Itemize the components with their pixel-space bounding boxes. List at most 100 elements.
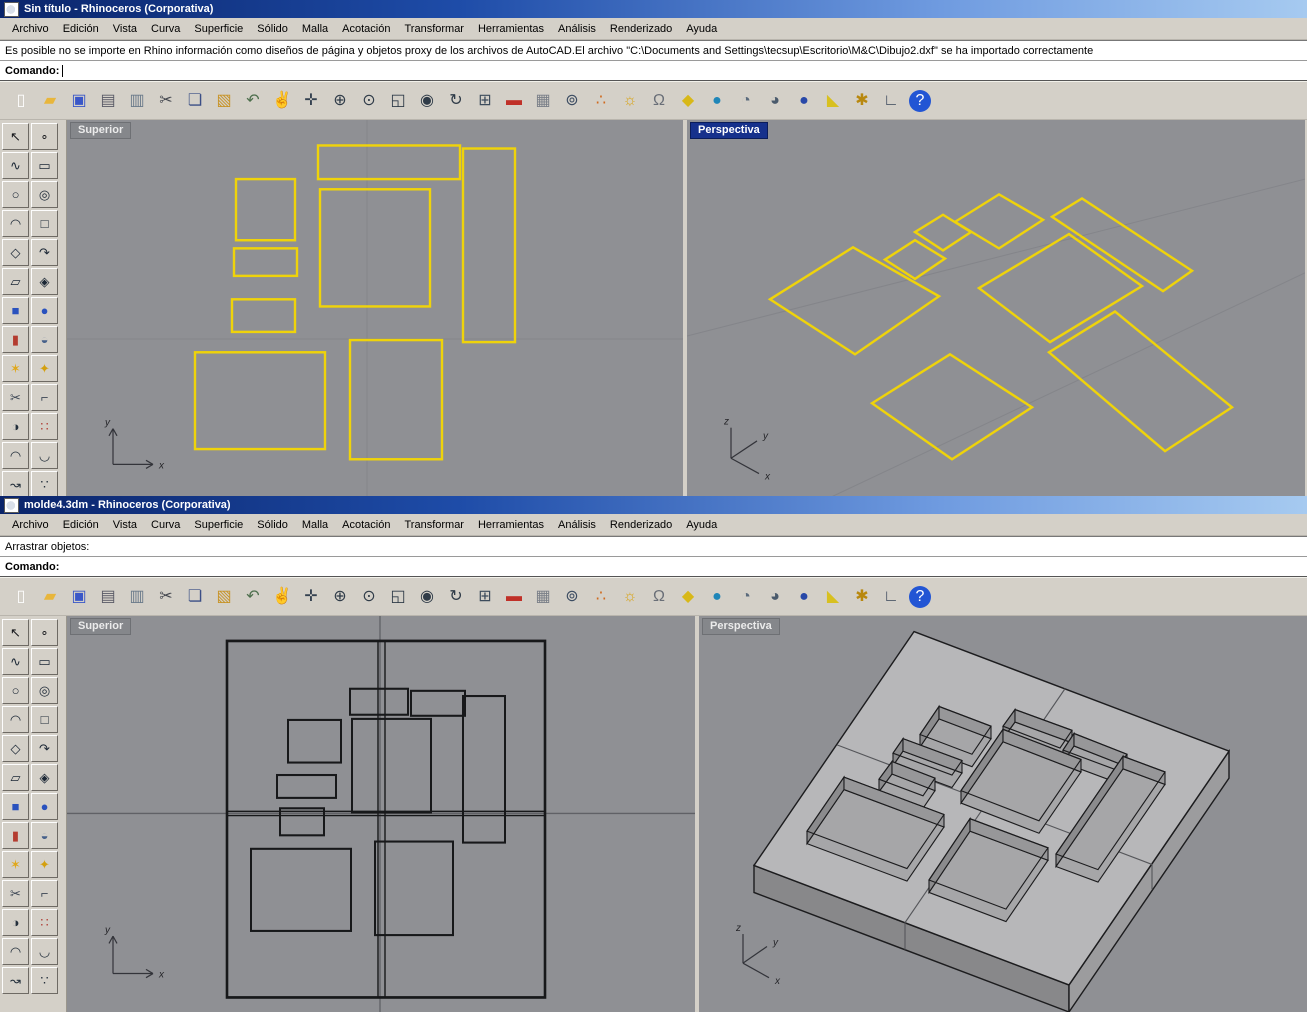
- surface-plane-icon[interactable]: ▱: [2, 268, 29, 295]
- cylinder-tool-icon[interactable]: ▮: [2, 326, 29, 353]
- points-on-icon[interactable]: ∵: [31, 967, 58, 994]
- point-icon[interactable]: ∘: [31, 123, 58, 150]
- torus-tool-icon[interactable]: ◒: [31, 822, 58, 849]
- adjust-end-icon[interactable]: ◡: [31, 938, 58, 965]
- curve-handle-icon[interactable]: ↝: [2, 967, 29, 994]
- explode-tool-icon[interactable]: ✶: [2, 355, 29, 382]
- flag-icon[interactable]: ◣: [819, 87, 847, 115]
- boolean-tool-icon[interactable]: ◑: [2, 909, 29, 936]
- perspective-canvas[interactable]: z y x: [699, 616, 1307, 1012]
- copy-view-icon[interactable]: ▥: [123, 583, 151, 611]
- menu-item[interactable]: Renderizado: [603, 517, 679, 533]
- open-folder-icon[interactable]: ▰: [36, 87, 64, 115]
- select-arrow-icon[interactable]: ↖: [2, 619, 29, 646]
- print-icon[interactable]: ▤: [94, 583, 122, 611]
- viewport-top-label[interactable]: Superior: [70, 618, 132, 635]
- circle-tool-icon[interactable]: ○: [2, 677, 29, 704]
- print-icon[interactable]: ▤: [94, 87, 122, 115]
- gear-icon[interactable]: ✱: [848, 87, 876, 115]
- boolean-tool-icon[interactable]: ◑: [2, 413, 29, 440]
- box-tool-icon[interactable]: ■: [2, 297, 29, 324]
- menu-item[interactable]: Análisis: [551, 21, 603, 37]
- layer-kite-icon[interactable]: ◆: [674, 87, 702, 115]
- menu-item[interactable]: Acotación: [335, 21, 397, 37]
- curve-interpolate-icon[interactable]: ∿: [2, 648, 29, 675]
- circle-tangent-icon[interactable]: ◎: [31, 677, 58, 704]
- shade-car-icon[interactable]: ▬: [500, 583, 528, 611]
- menu-item[interactable]: Vista: [106, 21, 144, 37]
- zoom-dynamic-icon[interactable]: ⊙: [355, 87, 383, 115]
- mesh-grid-icon[interactable]: ▦: [529, 583, 557, 611]
- select-arrow-icon[interactable]: ↖: [2, 123, 29, 150]
- undo-icon[interactable]: ↶: [239, 583, 267, 611]
- menu-item[interactable]: Superficie: [187, 517, 250, 533]
- shade-car-icon[interactable]: ▬: [500, 87, 528, 115]
- new-file-icon[interactable]: ▯: [7, 87, 35, 115]
- move-icon[interactable]: ✛: [297, 583, 325, 611]
- menu-item[interactable]: Ayuda: [679, 21, 724, 37]
- viewport-top[interactable]: Superior y x: [67, 616, 695, 1012]
- cplane-icon[interactable]: ⊚: [558, 87, 586, 115]
- menu-item[interactable]: Renderizado: [603, 21, 679, 37]
- menu-item[interactable]: Acotación: [335, 517, 397, 533]
- new-file-icon[interactable]: ▯: [7, 583, 35, 611]
- copy-icon[interactable]: ❏: [181, 87, 209, 115]
- open-folder-icon[interactable]: ▰: [36, 583, 64, 611]
- curve-handle-icon[interactable]: ↝: [2, 471, 29, 498]
- title-bar[interactable]: molde4.3dm - Rhinoceros (Corporativa): [0, 496, 1307, 514]
- viewport-perspective[interactable]: Perspectiva z y x: [687, 120, 1305, 499]
- move-icon[interactable]: ✛: [297, 87, 325, 115]
- flag-icon[interactable]: ◣: [819, 583, 847, 611]
- menu-item[interactable]: Análisis: [551, 517, 603, 533]
- rectangle-tool-icon[interactable]: □: [31, 210, 58, 237]
- menu-item[interactable]: Curva: [144, 517, 187, 533]
- zoom-dynamic-icon[interactable]: ⊙: [355, 583, 383, 611]
- menu-item[interactable]: Herramientas: [471, 21, 551, 37]
- paste-icon[interactable]: ▧: [210, 87, 238, 115]
- viewport-perspective-label[interactable]: Perspectiva: [690, 122, 768, 139]
- sweep-surface-icon[interactable]: ◈: [31, 268, 58, 295]
- save-icon[interactable]: ▣: [65, 583, 93, 611]
- freeform-curve-icon[interactable]: ↷: [31, 239, 58, 266]
- fillet-tool-icon[interactable]: ✦: [31, 355, 58, 382]
- layer-kite-icon[interactable]: ◆: [674, 583, 702, 611]
- lightbulb-icon[interactable]: ☼: [616, 87, 644, 115]
- cplane-icon[interactable]: ⊚: [558, 583, 586, 611]
- array-tool-icon[interactable]: ∷: [31, 413, 58, 440]
- copy-view-icon[interactable]: ▥: [123, 87, 151, 115]
- menu-item[interactable]: Transformar: [397, 21, 471, 37]
- menu-item[interactable]: Archivo: [5, 517, 56, 533]
- sphere-tool-icon[interactable]: ●: [31, 297, 58, 324]
- copy-icon[interactable]: ❏: [181, 583, 209, 611]
- rotate-view-icon[interactable]: ↻: [442, 583, 470, 611]
- cplane-axis-icon[interactable]: ∟: [877, 583, 905, 611]
- menu-item[interactable]: Curva: [144, 21, 187, 37]
- zoom-window-icon[interactable]: ◱: [384, 87, 412, 115]
- mold-outline-curves[interactable]: [225, 639, 547, 999]
- adjust-end-icon[interactable]: ◡: [31, 442, 58, 469]
- viewport-top[interactable]: Superior y x: [67, 120, 683, 499]
- paste-icon[interactable]: ▧: [210, 583, 238, 611]
- trim-tool-icon[interactable]: ✂: [2, 880, 29, 907]
- cplane-axis-icon[interactable]: ∟: [877, 87, 905, 115]
- title-bar[interactable]: Sin título - Rhinoceros (Corporativa): [0, 0, 1307, 18]
- control-point-curve-icon[interactable]: ▭: [31, 648, 58, 675]
- menu-item[interactable]: Malla: [295, 517, 335, 533]
- zoom-extents-icon[interactable]: ◉: [413, 87, 441, 115]
- menu-item[interactable]: Ayuda: [679, 517, 724, 533]
- viewport-layout-icon[interactable]: ⊞: [471, 583, 499, 611]
- osnap-nodes-icon[interactable]: ∴: [587, 87, 615, 115]
- fillet-tool-icon[interactable]: ✦: [31, 851, 58, 878]
- zoom-icon[interactable]: ⊕: [326, 87, 354, 115]
- top-view-canvas[interactable]: y x: [67, 616, 695, 1012]
- curve-interpolate-icon[interactable]: ∿: [2, 152, 29, 179]
- freeform-curve-icon[interactable]: ↷: [31, 735, 58, 762]
- yellow-curve-rectangles-3d[interactable]: [767, 192, 1235, 461]
- menu-item[interactable]: Sólido: [250, 21, 295, 37]
- help-icon[interactable]: ?: [906, 583, 934, 611]
- arc-tool-icon[interactable]: ◠: [2, 706, 29, 733]
- gear-icon[interactable]: ✱: [848, 583, 876, 611]
- mesh-grid-icon[interactable]: ▦: [529, 87, 557, 115]
- menu-item[interactable]: Sólido: [250, 517, 295, 533]
- pan-hand-icon[interactable]: ✌: [268, 87, 296, 115]
